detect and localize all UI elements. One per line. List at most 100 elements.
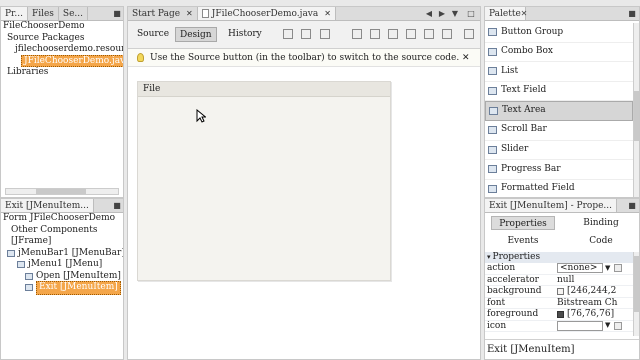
scrollbar-thumb[interactable]	[634, 256, 639, 312]
close-icon[interactable]: ✕	[462, 53, 470, 63]
palette-item-list[interactable]: List	[485, 62, 633, 82]
scroll-right-icon[interactable]: ▶	[437, 9, 447, 19]
nav-item-jframe[interactable]: [JFrame]	[1, 236, 123, 248]
foreground-value: [76,76,76]	[567, 309, 615, 319]
tab-start-page[interactable]: Start Page ✕	[128, 7, 198, 20]
minimize-icon[interactable]: ■	[112, 201, 122, 211]
scrollbar-thumb[interactable]	[634, 91, 639, 141]
minimize-icon[interactable]: ■	[627, 9, 637, 19]
palette-item-formatted-field[interactable]: Formatted Field	[485, 180, 633, 197]
info-message: Use the Source button (in the toolbar) t…	[150, 52, 460, 63]
property-row-foreground[interactable]: foreground [76,76,76]	[485, 309, 633, 321]
properties-section-header[interactable]: ▾ Properties	[485, 252, 633, 263]
tree-item-java-file[interactable]: JFileChooserDemo.java	[1, 54, 123, 68]
close-icon[interactable]: ✕	[519, 9, 529, 19]
ellipsis-button[interactable]	[614, 321, 623, 330]
tree-item-resource-package[interactable]: jfilechooserdemo.resource	[1, 44, 123, 56]
close-icon[interactable]: ✕	[186, 7, 193, 20]
source-button[interactable]: Source	[133, 27, 173, 42]
selection-mode-icon[interactable]	[283, 29, 293, 39]
palette-item-label: Slider	[501, 144, 529, 155]
properties-scrollbar[interactable]	[633, 252, 639, 336]
tab-properties[interactable]: Properties	[491, 216, 555, 230]
center-vertically-icon[interactable]	[442, 29, 452, 39]
palette-item-text-field[interactable]: Text Field	[485, 82, 633, 102]
combo-box-icon	[488, 47, 497, 56]
property-value[interactable]: [246,244,2	[557, 286, 633, 297]
palette-list: Button Group Combo Box List Text Field T…	[485, 23, 633, 197]
tab-java-file[interactable]: JFileChooserDemo.java ✕	[197, 7, 336, 20]
java-file-icon	[201, 9, 209, 18]
chevron-down-icon[interactable]: ▼	[605, 321, 610, 332]
menu-bar[interactable]: File	[138, 82, 390, 97]
action-select[interactable]: <none> ▼	[557, 263, 633, 274]
property-row-background[interactable]: background [246,244,2	[485, 286, 633, 298]
tab-start-page-label: Start Page	[132, 8, 181, 19]
center-horizontally-icon[interactable]	[388, 29, 398, 39]
property-value[interactable]: Bitstream Ch	[557, 298, 633, 309]
toolbar-overflow-icon[interactable]	[464, 29, 474, 39]
slider-icon	[488, 145, 497, 154]
tab-events[interactable]: Events	[491, 234, 555, 248]
mouse-cursor	[196, 109, 206, 123]
palette-item-text-area[interactable]: Text Area	[485, 101, 633, 121]
palette-item-combo-box[interactable]: Combo Box	[485, 43, 633, 63]
palette-item-scroll-bar[interactable]: Scroll Bar	[485, 121, 633, 141]
button-group-icon	[488, 28, 497, 37]
minimize-icon[interactable]: ■	[112, 9, 122, 19]
horizontal-scrollbar[interactable]	[5, 188, 119, 195]
chevron-down-icon[interactable]: ▼	[605, 263, 610, 274]
tab-services[interactable]: Se...	[59, 7, 88, 20]
align-left-icon[interactable]	[352, 29, 362, 39]
color-swatch	[557, 287, 564, 295]
palette-item-progress-bar[interactable]: Progress Bar	[485, 160, 633, 180]
scroll-left-icon[interactable]: ◀	[424, 9, 434, 19]
tree-item-source-packages[interactable]: Source Packages	[1, 33, 123, 45]
property-sheet: action <none> ▼ accelerator null backgrou…	[485, 263, 633, 332]
nav-item-form[interactable]: Form JFileChooserDemo	[1, 213, 123, 225]
align-top-icon[interactable]	[406, 29, 416, 39]
minimize-icon[interactable]: ■	[627, 201, 637, 211]
align-bottom-icon[interactable]	[424, 29, 434, 39]
nav-item-menu[interactable]: jMenu1 [JMenu]	[1, 259, 123, 271]
tab-code[interactable]: Code	[569, 234, 633, 248]
collapse-icon[interactable]: ▾	[487, 252, 491, 263]
preview-design-icon[interactable]	[320, 29, 330, 39]
tree-item-libraries[interactable]: Libraries	[1, 67, 123, 79]
properties-title: Exit [JMenuItem] - Prope...	[485, 199, 618, 212]
dropdown-icon[interactable]: ▼	[450, 9, 460, 19]
design-button[interactable]: Design	[175, 27, 217, 42]
property-value[interactable]: [76,76,76]	[557, 309, 633, 320]
property-row-icon[interactable]: icon ▼	[485, 320, 633, 332]
palette-scrollbar[interactable]	[633, 23, 639, 197]
tab-files[interactable]: Files	[28, 7, 59, 20]
menu-file[interactable]: File	[143, 84, 160, 94]
nav-item-other-components[interactable]: Other Components	[1, 225, 123, 237]
property-key: icon	[487, 320, 507, 331]
jframe-preview[interactable]: File	[137, 81, 391, 281]
property-row-font[interactable]: font Bitstream Ch	[485, 298, 633, 309]
tab-binding[interactable]: Binding	[569, 216, 633, 230]
property-value[interactable]: null	[557, 275, 633, 286]
maximize-icon[interactable]: □	[466, 9, 476, 19]
scrollbar-thumb[interactable]	[36, 189, 86, 194]
nav-item-menubar[interactable]: jMenuBar1 [JMenuBar]	[1, 248, 123, 260]
palette-item-slider[interactable]: Slider	[485, 141, 633, 161]
palette-item-button-group[interactable]: Button Group	[485, 23, 633, 43]
connection-mode-icon[interactable]	[301, 29, 311, 39]
tab-projects[interactable]: Pr...	[1, 7, 28, 20]
close-icon[interactable]: ✕	[324, 7, 331, 20]
property-row-action[interactable]: action <none> ▼	[485, 263, 633, 275]
history-button[interactable]: History	[224, 27, 266, 42]
projects-tabbar: Pr... Files Se...	[1, 7, 123, 21]
tree-item-project[interactable]: FileChooserDemo	[1, 21, 123, 33]
property-row-accelerator[interactable]: accelerator null	[485, 275, 633, 286]
selected-component-label: Exit [JMenuItem]	[487, 344, 575, 355]
navigator-title: Exit [JMenuItem...	[1, 199, 94, 212]
menuitem-icon	[25, 284, 33, 292]
icon-select[interactable]: ▼	[557, 320, 633, 332]
ellipsis-button[interactable]	[614, 264, 623, 273]
navigator-tree: Form JFileChooserDemo Other Components […	[1, 213, 123, 295]
align-right-icon[interactable]	[370, 29, 380, 39]
nav-item-exit[interactable]: Exit [JMenuItem]	[1, 281, 123, 295]
